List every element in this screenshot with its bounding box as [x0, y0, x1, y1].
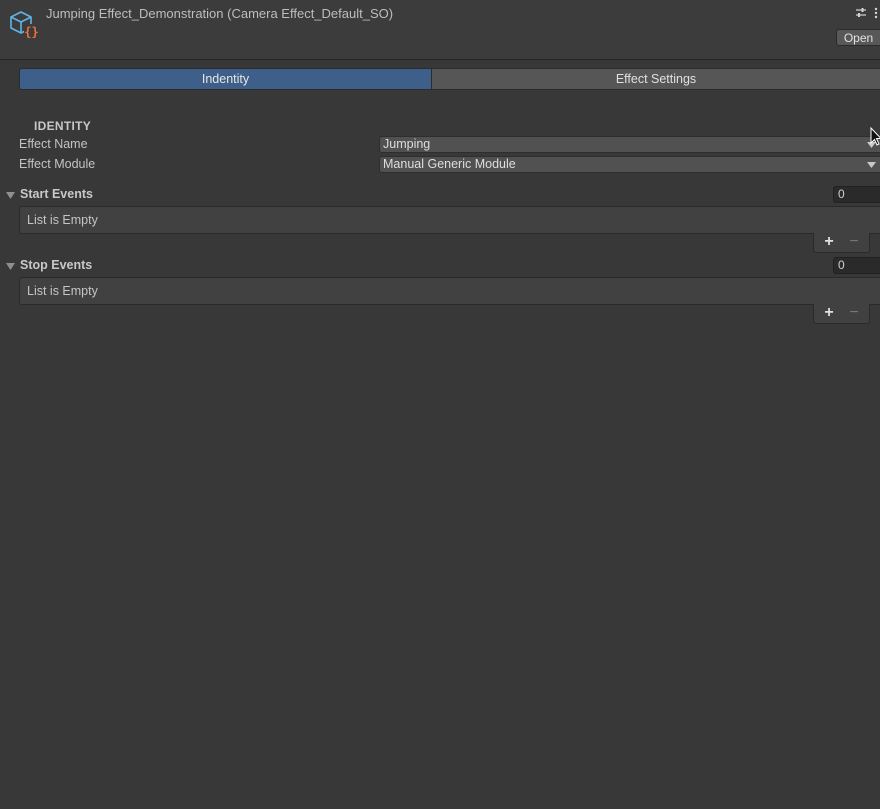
tab-effect-settings[interactable]: Effect Settings [431, 68, 880, 90]
mouse-cursor-icon [870, 127, 880, 146]
add-element-button[interactable]: + [818, 233, 840, 251]
start-events-list: List is Empty [19, 206, 880, 234]
svg-text:{}: {} [24, 25, 38, 39]
start-events-foldout[interactable]: Start Events 0 [0, 186, 880, 204]
effect-name-label: Effect Name [19, 137, 88, 151]
stop-events-title: Stop Events [20, 258, 93, 272]
foldout-triangle-icon[interactable] [6, 262, 15, 271]
stop-events-count-field[interactable]: 0 [833, 257, 880, 274]
start-events-count-field[interactable]: 0 [833, 186, 880, 203]
effect-name-value: Jumping [383, 137, 431, 151]
add-element-button[interactable]: + [818, 304, 840, 322]
foldout-triangle-icon[interactable] [6, 191, 15, 200]
remove-element-button[interactable]: − [843, 304, 865, 322]
inspector-header: {} Jumping Effect_Demonstration (Camera … [0, 0, 880, 60]
start-events-title: Start Events [20, 187, 93, 201]
scriptable-object-icon: {} [10, 11, 39, 39]
empty-list-text: List is Empty [27, 213, 98, 227]
tab-bar: Indentity Effect Settings [19, 68, 880, 90]
effect-name-dropdown[interactable]: Jumping [379, 136, 880, 153]
effect-module-dropdown[interactable]: Manual Generic Module [379, 156, 880, 173]
stop-events-list: List is Empty [19, 277, 880, 305]
empty-list-text: List is Empty [27, 284, 98, 298]
sliders-icon[interactable] [854, 6, 868, 20]
tab-identity[interactable]: Indentity [19, 68, 432, 90]
identity-section-header: IDENTITY [34, 119, 92, 133]
stop-events-list-footer: + − [813, 304, 870, 324]
effect-module-value: Manual Generic Module [383, 157, 516, 171]
kebab-menu-icon[interactable] [872, 6, 880, 20]
effect-module-label: Effect Module [19, 157, 96, 171]
open-button[interactable]: Open [836, 29, 880, 46]
chevron-down-icon [867, 162, 876, 168]
remove-element-button[interactable]: − [843, 233, 865, 251]
asset-title: Jumping Effect_Demonstration (Camera Eff… [46, 6, 394, 21]
start-events-list-footer: + − [813, 233, 870, 253]
stop-events-foldout[interactable]: Stop Events 0 [0, 257, 880, 275]
